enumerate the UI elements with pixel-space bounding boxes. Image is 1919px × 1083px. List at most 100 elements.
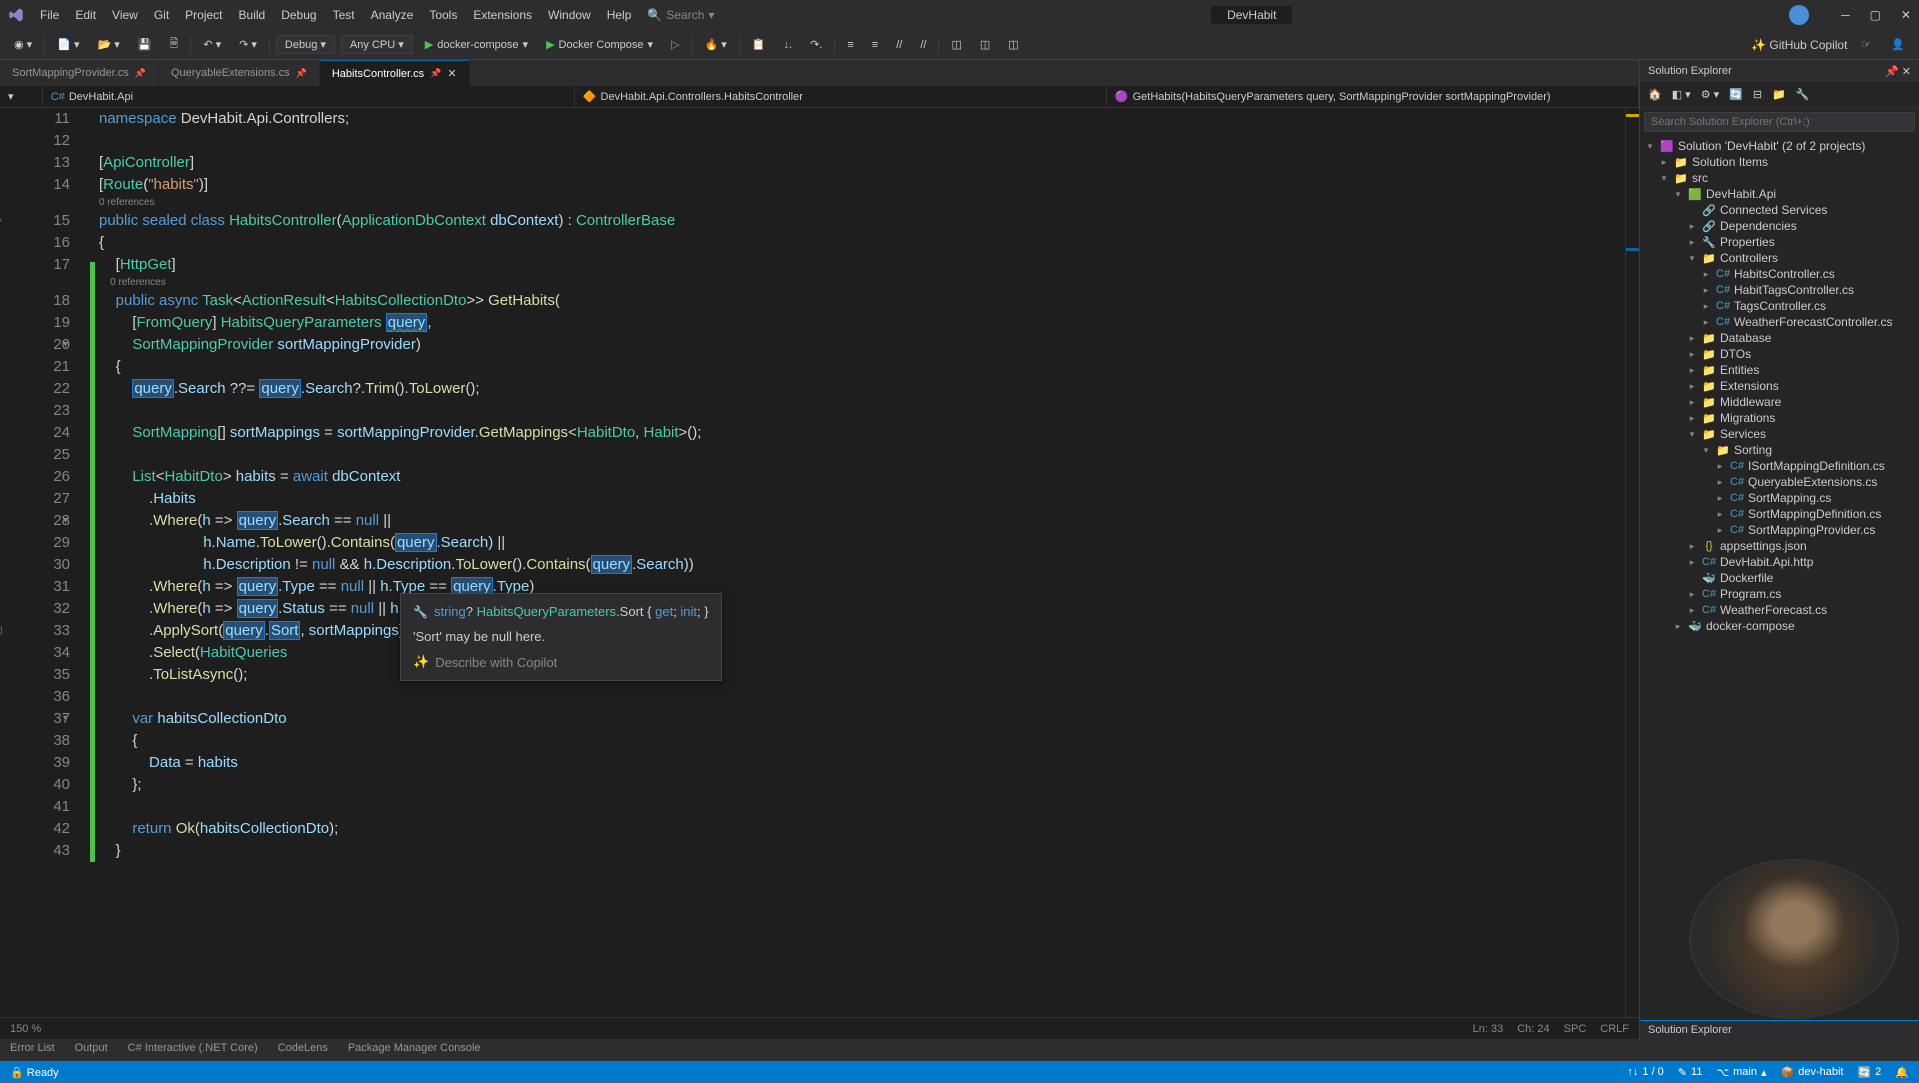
close-button[interactable]: ✕ xyxy=(1901,8,1911,22)
expand-chevron-icon[interactable]: ▸ xyxy=(1714,525,1726,536)
expand-chevron-icon[interactable]: ▸ xyxy=(1686,589,1698,600)
tree-item[interactable]: ▸📁Migrations xyxy=(1640,410,1919,426)
line-endings[interactable]: CRLF xyxy=(1600,1023,1629,1035)
tree-item[interactable]: ▸C#WeatherForecastController.cs xyxy=(1640,314,1919,330)
describe-with-copilot-button[interactable]: ✨Describe with Copilot xyxy=(413,654,709,670)
tb-switch-view-button[interactable]: ◧ ▾ xyxy=(1668,86,1695,103)
expand-chevron-icon[interactable]: ▸ xyxy=(1686,221,1698,232)
tree-item[interactable]: ▸C#WeatherForecast.cs xyxy=(1640,602,1919,618)
fold-chevron-icon[interactable]: ▾ xyxy=(63,334,68,356)
new-file-button[interactable]: 📄 ▾ xyxy=(51,36,85,53)
tb-settings-button[interactable]: ⚙ ▾ xyxy=(1697,86,1723,103)
maximize-button[interactable]: ▢ xyxy=(1870,8,1881,22)
expand-chevron-icon[interactable]: ▸ xyxy=(1714,461,1726,472)
home-button[interactable]: 🏠 xyxy=(1644,86,1666,103)
tree-item[interactable]: ▸📁DTOs xyxy=(1640,346,1919,362)
nav-back-button[interactable]: ◉ ▾ xyxy=(8,36,38,53)
code-content[interactable]: namespace DevHabit.Api.Controllers; [Api… xyxy=(95,108,1625,1017)
close-panel-icon[interactable]: ✕ xyxy=(1902,66,1911,78)
crumb-project[interactable]: C#DevHabit.Api xyxy=(43,86,575,107)
undo-button[interactable]: ↶ ▾ xyxy=(197,36,227,53)
tab-codelens[interactable]: CodeLens xyxy=(268,1039,338,1061)
open-button[interactable]: 📂 ▾ xyxy=(91,36,125,53)
show-all-button[interactable]: 📁 xyxy=(1768,86,1790,103)
status-sync[interactable]: 🔄 2 xyxy=(1857,1066,1881,1079)
minimize-button[interactable]: ─ xyxy=(1841,8,1850,22)
fold-chevron-icon[interactable]: ▾ xyxy=(63,708,68,730)
tree-item[interactable]: ▸C#DevHabit.Api.http xyxy=(1640,554,1919,570)
expand-chevron-icon[interactable]: ▸ xyxy=(1686,333,1698,344)
crumb-member[interactable]: 🟣 GetHabits(HabitsQueryParameters query,… xyxy=(1107,86,1639,107)
expand-chevron-icon[interactable]: ▾ xyxy=(1686,253,1698,264)
tree-item[interactable]: ▸📁Solution Items xyxy=(1640,154,1919,170)
account-button[interactable]: 👤 xyxy=(1885,36,1911,53)
menu-project[interactable]: Project xyxy=(177,4,230,26)
save-all-button[interactable]: 🗎 xyxy=(163,33,184,56)
tree-item[interactable]: ▾🟩DevHabit.Api xyxy=(1640,186,1919,202)
expand-chevron-icon[interactable]: ▸ xyxy=(1686,365,1698,376)
tree-item[interactable]: ▸🔗Dependencies xyxy=(1640,218,1919,234)
tb-icon-1[interactable]: 📋 xyxy=(746,36,772,53)
share-button[interactable]: ☞ xyxy=(1855,36,1877,53)
status-repo[interactable]: 📦 dev-habit xyxy=(1781,1066,1844,1079)
tree-item[interactable]: ▸C#SortMappingDefinition.cs xyxy=(1640,506,1919,522)
expand-chevron-icon[interactable]: ▸ xyxy=(1686,349,1698,360)
collapse-button[interactable]: ⊟ xyxy=(1749,86,1766,103)
menu-window[interactable]: Window xyxy=(540,4,599,26)
step-into-button[interactable]: ↓. xyxy=(778,37,799,53)
github-copilot-button[interactable]: ✨ GitHub Copilot xyxy=(1751,38,1847,52)
expand-chevron-icon[interactable]: ▸ xyxy=(1686,381,1698,392)
menu-extensions[interactable]: Extensions xyxy=(465,4,540,26)
expand-chevron-icon[interactable]: ▸ xyxy=(1700,269,1712,280)
start-button[interactable]: ▶Docker Compose ▾ xyxy=(540,36,659,53)
zoom-level[interactable]: 150 % xyxy=(10,1023,41,1035)
status-warnings[interactable]: ✎ 11 xyxy=(1678,1066,1703,1079)
expand-chevron-icon[interactable]: ▸ xyxy=(1686,557,1698,568)
pin-icon[interactable]: 📌 xyxy=(135,68,146,79)
tab-habits-controller[interactable]: HabitsController.cs📌✕ xyxy=(320,60,470,86)
tb-icon-b[interactable]: ◫ xyxy=(974,36,996,53)
expand-chevron-icon[interactable]: ▸ xyxy=(1686,397,1698,408)
expand-chevron-icon[interactable]: ▸ xyxy=(1714,509,1726,520)
expand-chevron-icon[interactable]: ▸ xyxy=(1658,157,1670,168)
indent-more-button[interactable]: ≡ xyxy=(866,37,884,53)
menu-git[interactable]: Git xyxy=(146,4,177,26)
code-editor[interactable]: 11121314 15◇ 1617 1819 20▾ 2122232425262… xyxy=(0,108,1639,1017)
expand-chevron-icon[interactable]: ▸ xyxy=(1700,301,1712,312)
tree-item[interactable]: ▾🟪Solution 'DevHabit' (2 of 2 projects) xyxy=(1640,138,1919,154)
menu-edit[interactable]: Edit xyxy=(67,4,104,26)
expand-chevron-icon[interactable]: ▸ xyxy=(1672,621,1684,632)
tb-icon-a[interactable]: ◫ xyxy=(945,36,967,53)
save-button[interactable]: 💾 xyxy=(132,36,158,53)
status-branch[interactable]: ⌥ main ▴ xyxy=(1716,1066,1766,1079)
user-avatar-icon[interactable] xyxy=(1789,5,1809,25)
tree-item[interactable]: ▾📁src xyxy=(1640,170,1919,186)
pin-panel-icon[interactable]: 📌 xyxy=(1885,66,1899,78)
codelens-references[interactable]: 0 references xyxy=(99,197,155,208)
tree-item[interactable]: ▾📁Sorting xyxy=(1640,442,1919,458)
tb-icon-c[interactable]: ◫ xyxy=(1002,36,1024,53)
tree-item[interactable]: ▸🔧Properties xyxy=(1640,234,1919,250)
close-tab-icon[interactable]: ✕ xyxy=(447,67,456,80)
menu-analyze[interactable]: Analyze xyxy=(363,4,422,26)
solution-name-pill[interactable]: DevHabit xyxy=(1211,6,1292,24)
expand-chevron-icon[interactable]: ▾ xyxy=(1672,189,1684,200)
expand-chevron-icon[interactable]: ▾ xyxy=(1700,445,1712,456)
expand-chevron-icon[interactable]: ▸ xyxy=(1700,317,1712,328)
menu-file[interactable]: File xyxy=(32,4,67,26)
tab-sort-mapping-provider[interactable]: SortMappingProvider.cs📌 xyxy=(0,60,159,86)
search-menu[interactable]: 🔍 Search ▾ xyxy=(647,8,714,22)
cursor-line[interactable]: Ln: 33 xyxy=(1473,1023,1504,1035)
expand-chevron-icon[interactable]: ▸ xyxy=(1714,477,1726,488)
solution-explorer-tab[interactable]: Solution Explorer xyxy=(1640,1020,1919,1039)
tree-item[interactable]: ▾📁Services xyxy=(1640,426,1919,442)
expand-chevron-icon[interactable]: ▸ xyxy=(1714,493,1726,504)
crumb-dropdown[interactable]: ▾ xyxy=(0,86,43,107)
crumb-class[interactable]: 🔶 DevHabit.Api.Controllers.HabitsControl… xyxy=(575,86,1107,107)
menu-debug[interactable]: Debug xyxy=(273,4,324,26)
hot-reload-button[interactable]: 🔥 ▾ xyxy=(699,36,733,53)
tree-item[interactable]: 🔗Connected Services xyxy=(1640,202,1919,218)
tree-item[interactable]: ▸📁Extensions xyxy=(1640,378,1919,394)
tree-item[interactable]: ▸C#ISortMappingDefinition.cs xyxy=(1640,458,1919,474)
config-combo[interactable]: Debug ▾ xyxy=(276,35,335,54)
